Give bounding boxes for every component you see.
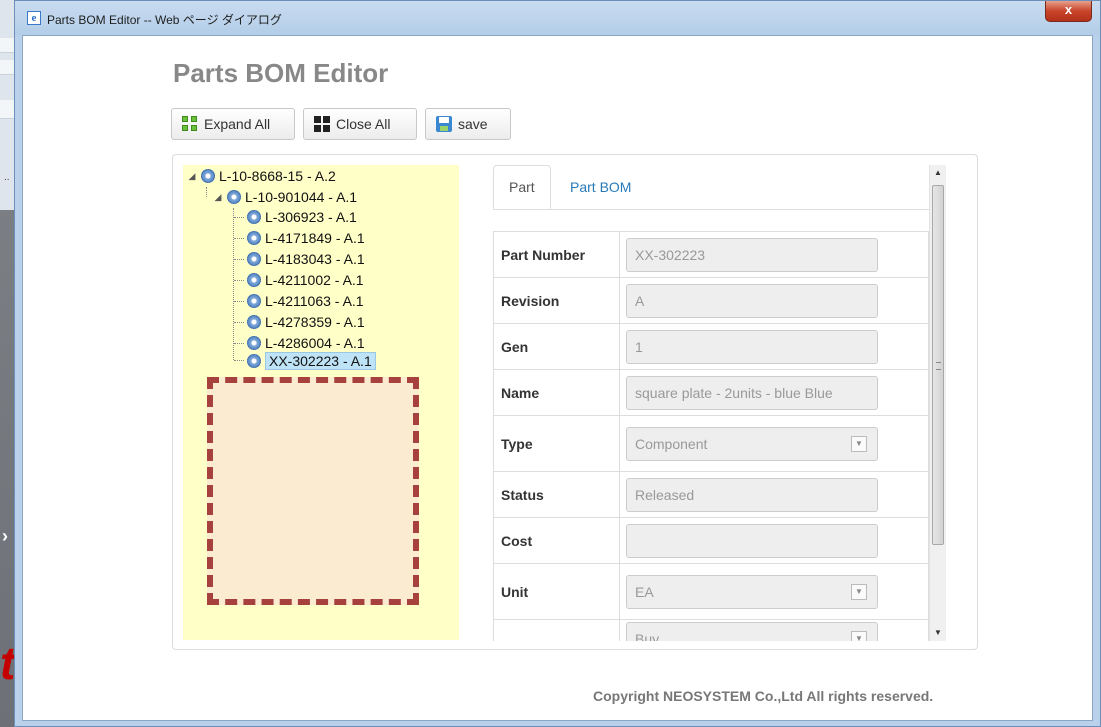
scroll-up-icon[interactable]: ▲ [930,165,946,181]
make-buy-label: Make / Buy [494,620,620,641]
cost-label: Cost [494,518,620,563]
part-form: Part Number XX-302223 Revision A Gen 1 N… [493,231,929,641]
save-label: save [458,116,488,132]
close-all-label: Close All [336,116,391,132]
make-buy-select[interactable]: Buy ▼ [626,622,878,641]
collapse-toggle-icon[interactable]: ◢ [187,171,197,182]
tab-part-bom[interactable]: Part BOM [555,165,646,209]
tree-node-assembly[interactable]: ◢ L-10-901044 - A.1 [213,188,358,206]
tab-bar: Part Part BOM [493,165,929,210]
tree-leaf-selected[interactable]: XX-302223 - A.1 [247,352,376,370]
type-label: Type [494,416,620,471]
gear-icon [247,231,261,245]
table-row: Revision A [494,278,928,324]
dialog-content: Parts BOM Editor Expand All Close All sa… [22,35,1093,721]
cost-field[interactable] [626,523,878,558]
save-disk-icon [436,116,452,132]
gear-icon [247,210,261,224]
gear-icon [247,252,261,266]
type-select[interactable]: Component ▼ [626,426,878,461]
unit-select[interactable]: EA ▼ [626,574,878,609]
tree-leaf[interactable]: L-306923 - A.1 [247,208,357,226]
gear-icon [227,190,241,204]
collapse-icon [314,116,330,132]
scrollbar-thumb[interactable] [932,185,944,545]
table-row: Cost [494,518,928,564]
table-row: Make / Buy Buy ▼ [494,620,928,641]
table-row: Type Component ▼ [494,416,928,472]
gear-icon [247,354,261,368]
revision-field[interactable]: A [626,283,878,318]
table-row: Unit EA ▼ [494,564,928,620]
gen-field[interactable]: 1 [626,329,878,364]
copyright-footer: Copyright NEOSYSTEM Co.,Ltd All rights r… [593,688,934,704]
part-number-label: Part Number [494,232,620,277]
collapse-toggle-icon[interactable]: ◢ [213,192,223,203]
tree-leaf[interactable]: L-4286004 - A.1 [247,334,365,352]
scroll-down-icon[interactable]: ▼ [930,625,946,641]
name-label: Name [494,370,620,415]
part-number-field[interactable]: XX-302223 [626,237,878,272]
chevron-down-icon[interactable]: ▼ [851,583,867,600]
table-row: Status Released [494,472,928,518]
gear-icon [201,169,215,183]
table-row: Gen 1 [494,324,928,370]
revision-label: Revision [494,278,620,323]
gear-icon [247,315,261,329]
window-title: Parts BOM Editor -- Web ページ ダイアログ [47,13,282,27]
expand-all-button[interactable]: Expand All [171,108,295,140]
part-properties-table: Part Number XX-302223 Revision A Gen 1 N… [493,231,929,641]
chevron-down-icon[interactable]: ▼ [851,435,867,452]
gear-icon [247,273,261,287]
tree-leaf[interactable]: L-4278359 - A.1 [247,313,365,331]
status-field[interactable]: Released [626,477,878,512]
bom-tree: ◢ L-10-8668-15 - A.2 ◢ L-10-901044 - A.1… [183,165,459,640]
gear-icon [247,336,261,350]
page-title: Parts BOM Editor [173,58,389,88]
tree-node-root[interactable]: ◢ L-10-8668-15 - A.2 [187,167,336,185]
dialog-window: e Parts BOM Editor -- Web ページ ダイアログ x Pa… [14,0,1101,727]
tree-leaf[interactable]: L-4211002 - A.1 [247,271,364,289]
tree-leaf[interactable]: L-4183043 - A.1 [247,250,365,268]
tree-leaf[interactable]: L-4171849 - A.1 [247,229,365,247]
tab-part[interactable]: Part [493,165,551,209]
ie-page-icon: e [27,11,41,25]
editor-panel: ◢ L-10-8668-15 - A.2 ◢ L-10-901044 - A.1… [172,154,978,650]
status-label: Status [494,472,620,517]
drop-target-area[interactable] [207,377,419,605]
expand-icon [182,116,198,132]
form-scrollbar[interactable]: ▲ ▼ [929,165,946,641]
title-bar[interactable]: e Parts BOM Editor -- Web ページ ダイアログ x [15,1,1100,35]
table-row: Name square plate - 2units - blue Blue [494,370,928,416]
chevron-right-icon: › [2,526,8,546]
gen-label: Gen [494,324,620,369]
chevron-down-icon[interactable]: ▼ [851,631,867,641]
unit-label: Unit [494,564,620,619]
table-row: Part Number XX-302223 [494,232,928,278]
name-field[interactable]: square plate - 2units - blue Blue [626,375,878,410]
expand-all-label: Expand All [204,116,271,132]
gear-icon [247,294,261,308]
tree-leaf[interactable]: L-4211063 - A.1 [247,292,364,310]
save-button[interactable]: save [425,108,511,140]
close-window-button[interactable]: x [1045,1,1092,22]
close-all-button[interactable]: Close All [303,108,417,140]
